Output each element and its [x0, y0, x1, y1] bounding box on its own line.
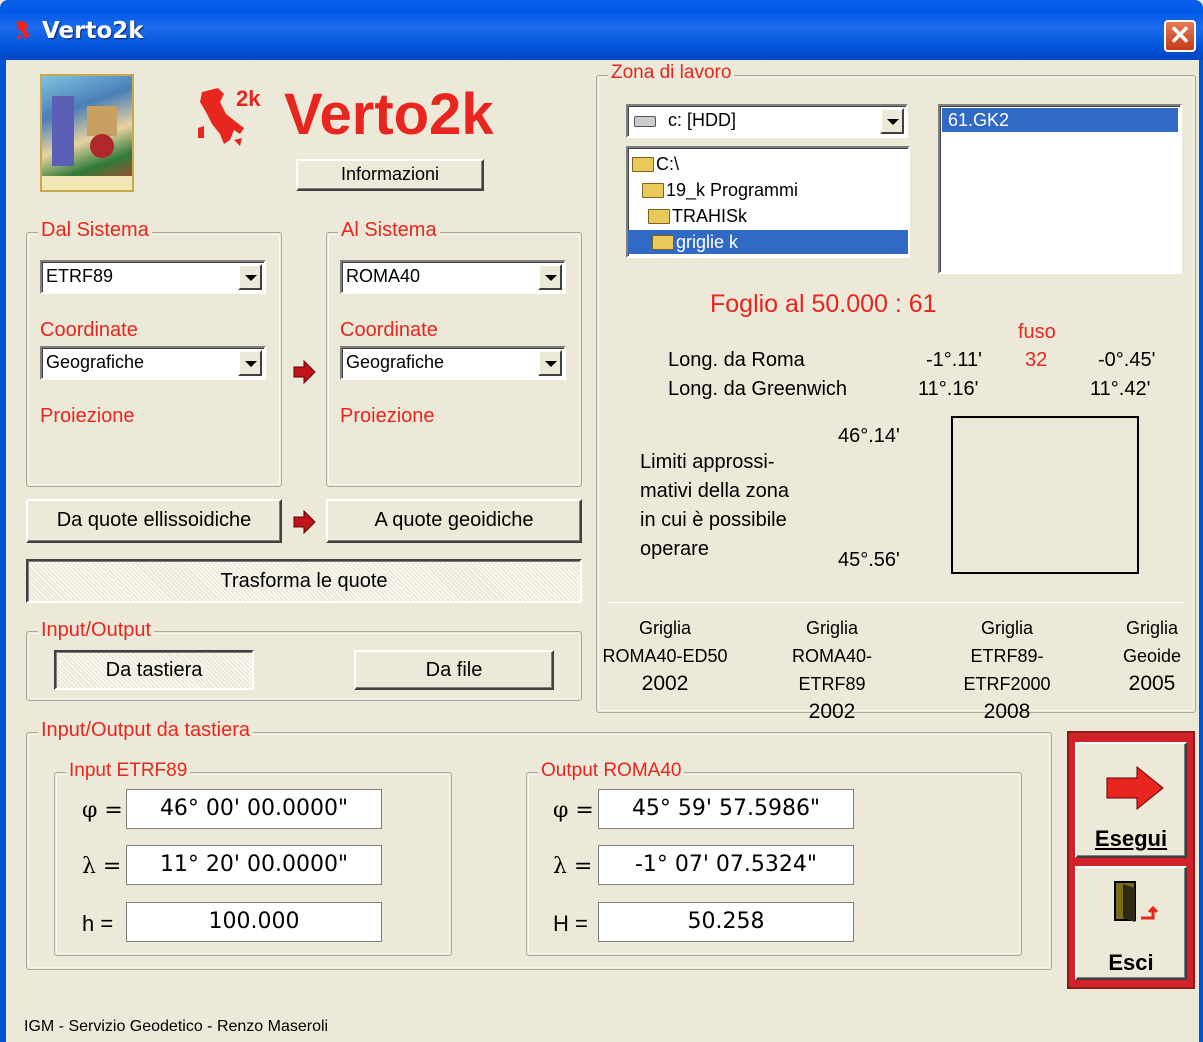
- logo-2k: 2k: [236, 86, 261, 111]
- close-button[interactable]: ✕: [1164, 20, 1196, 52]
- dal-proj-label: Proiezione: [40, 405, 135, 427]
- input-legend: Input ETRF89: [66, 760, 191, 782]
- output-phi-field[interactable]: 45° 59' 57.5986": [598, 789, 854, 829]
- folder-icon: [632, 156, 654, 172]
- folder-list[interactable]: C:\ 19_k Programmi TRAHISk griglie k: [626, 146, 910, 258]
- dal-system-select[interactable]: ETRF89: [40, 260, 266, 294]
- arrow-right-icon: [292, 359, 316, 385]
- zona-legend: Zona di lavoro: [608, 62, 735, 84]
- al-system-select[interactable]: ROMA40: [340, 260, 566, 294]
- divider: [608, 602, 1184, 603]
- al-system-value: ROMA40: [346, 266, 421, 286]
- logo-image: [40, 74, 134, 192]
- folder-icon: [642, 182, 664, 198]
- title-bar[interactable]: [0, 0, 1203, 60]
- folder-item[interactable]: 19_k Programmi: [642, 178, 798, 202]
- grid-roma40-ed50: Griglia ROMA40-ED50 2002: [602, 618, 728, 695]
- dal-coord-label: Coordinate: [40, 319, 138, 341]
- to-quote-button[interactable]: A quote geoidiche: [326, 499, 582, 543]
- input-phi-field[interactable]: 46° 00' 00.0000": [126, 789, 382, 829]
- long-gw-min: 11°.16': [918, 378, 979, 400]
- window-frame-right: [1199, 60, 1203, 1042]
- chevron-down-icon[interactable]: [238, 350, 262, 376]
- drive-icon: [634, 110, 656, 131]
- grid-etrf89-etrf2000: Griglia ETRF89-ETRF2000 2008: [963, 618, 1051, 723]
- grid-roma40-etrf89: Griglia ROMA40-ETRF89 2002: [791, 618, 872, 723]
- al-coord-label: Coordinate: [340, 319, 438, 341]
- file-list[interactable]: 61.GK2: [938, 104, 1182, 274]
- info-button[interactable]: Informazioni: [296, 159, 484, 191]
- chevron-down-icon[interactable]: [538, 264, 562, 290]
- keyboard-mode-button[interactable]: Da tastiera: [54, 650, 254, 690]
- fuso-value: 32: [1025, 349, 1048, 371]
- output-legend: Output ROMA40: [538, 760, 685, 782]
- transform-quote-toggle[interactable]: Trasforma le quote: [26, 559, 582, 603]
- input-h-field[interactable]: 100.000: [126, 902, 382, 942]
- dal-system-value: ETRF89: [46, 266, 114, 286]
- phi-label: φ =: [553, 798, 594, 823]
- al-proj-label: Proiezione: [340, 405, 435, 427]
- window-title: Verto2k: [42, 18, 144, 44]
- window-frame-left: [0, 60, 6, 1042]
- lambda-label: λ =: [553, 854, 593, 879]
- zone-extent-box: [951, 416, 1139, 574]
- arrow-right-icon: [292, 509, 316, 535]
- long-gw-label: Long. da Greenwich: [668, 378, 848, 400]
- dal-coord-value: Geografiche: [46, 352, 145, 372]
- file-mode-button[interactable]: Da file: [354, 650, 554, 690]
- long-gw-max: 11°.42': [1090, 378, 1151, 400]
- chevron-down-icon[interactable]: [880, 108, 904, 134]
- exit-button[interactable]: Esci: [1075, 866, 1187, 980]
- output-lambda-field[interactable]: -1° 07' 07.5324": [598, 845, 854, 885]
- h-label: H =: [553, 911, 588, 936]
- phi-label: φ =: [82, 798, 123, 823]
- drive-value: c: [HDD]: [668, 110, 737, 130]
- dal-sistema-legend: Dal Sistema: [38, 219, 152, 242]
- io-legend: Input/Output: [38, 619, 155, 642]
- long-roma-label: Long. da Roma: [668, 349, 805, 371]
- run-label: Esegui: [1094, 826, 1168, 851]
- lambda-label: λ =: [82, 854, 122, 879]
- run-button[interactable]: Esegui: [1075, 742, 1187, 858]
- output-h-field[interactable]: 50.258: [598, 902, 854, 942]
- tastiera-legend: Input/Output da tastiera: [38, 719, 254, 742]
- grid-geoide: Griglia Geoide 2005: [1122, 618, 1182, 695]
- fuso-label: fuso: [1018, 321, 1056, 343]
- logo-name: Verto2k: [284, 82, 494, 147]
- from-quote-button[interactable]: Da quote ellissoidiche: [26, 499, 282, 543]
- al-coord-value: Geografiche: [346, 352, 445, 372]
- file-item-selected[interactable]: 61.GK2: [942, 108, 1178, 132]
- folder-icon: [648, 208, 670, 224]
- folder-item[interactable]: TRAHISk: [648, 204, 747, 228]
- door-exit-icon: [1109, 878, 1159, 934]
- folder-icon: [652, 234, 674, 250]
- arrow-right-icon: [1105, 765, 1165, 816]
- drive-select[interactable]: c: [HDD]: [626, 104, 908, 138]
- lat-min: 45°.56': [838, 549, 900, 571]
- limiti-text: Limiti approssi-mativi della zona in cui …: [640, 451, 789, 560]
- al-coord-select[interactable]: Geografiche: [340, 346, 566, 380]
- chevron-down-icon[interactable]: [238, 264, 262, 290]
- chevron-down-icon[interactable]: [538, 350, 562, 376]
- lat-max: 46°.14': [838, 425, 900, 447]
- long-roma-min: -1°.11': [926, 349, 982, 371]
- long-roma-max: -0°.45': [1098, 349, 1156, 371]
- h-label: h =: [82, 911, 114, 936]
- foglio-label: Foglio al 50.000 : 61: [710, 290, 937, 318]
- folder-item-selected[interactable]: griglie k: [628, 230, 908, 254]
- dal-coord-select[interactable]: Geografiche: [40, 346, 266, 380]
- exit-label: Esci: [1108, 950, 1154, 975]
- input-lambda-field[interactable]: 11° 20' 00.0000": [126, 845, 382, 885]
- folder-item[interactable]: C:\: [632, 152, 679, 176]
- app-icon: [12, 18, 36, 42]
- footer-credit: IGM - Servizio Geodetico - Renzo Maserol…: [24, 1018, 329, 1035]
- al-sistema-legend: Al Sistema: [338, 219, 440, 242]
